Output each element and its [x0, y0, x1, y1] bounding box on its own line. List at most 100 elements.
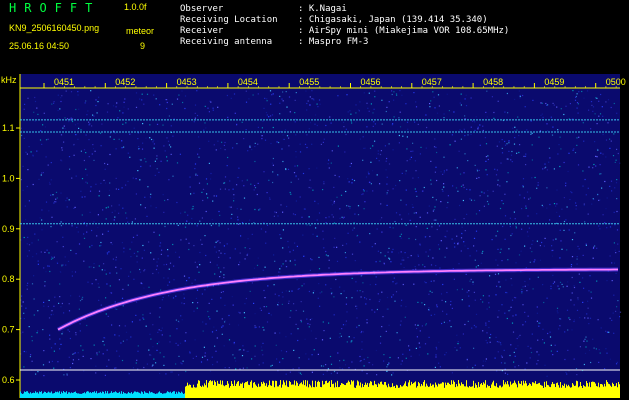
level-bar	[507, 381, 508, 398]
level-bar	[243, 387, 244, 398]
level-bar	[44, 391, 45, 398]
level-bar	[130, 393, 131, 398]
level-bar	[180, 393, 181, 398]
level-bar	[195, 387, 196, 398]
level-bar	[97, 393, 98, 398]
level-bar	[351, 380, 352, 398]
level-bar	[516, 384, 517, 398]
level-bar	[114, 392, 115, 398]
level-bar	[157, 393, 158, 398]
level-bar	[411, 381, 412, 398]
level-bar	[74, 392, 75, 398]
level-bar	[374, 380, 375, 398]
level-bar	[366, 384, 367, 398]
level-bar	[332, 384, 333, 398]
level-bar	[303, 380, 304, 398]
level-bar	[41, 391, 42, 398]
level-bar	[504, 384, 505, 398]
level-bar	[344, 384, 345, 398]
level-bar	[469, 386, 470, 398]
level-bar	[85, 393, 86, 398]
level-bar	[20, 391, 21, 398]
level-bar	[472, 386, 473, 398]
level-bar	[154, 393, 155, 398]
mode-label: meteor	[126, 26, 155, 36]
level-bar	[305, 380, 306, 398]
level-bar	[372, 385, 373, 398]
level-bar	[314, 387, 315, 398]
level-bar	[179, 392, 180, 398]
level-bar	[390, 387, 391, 398]
level-bar	[263, 381, 264, 398]
level-bar	[81, 393, 82, 398]
level-bar	[519, 383, 520, 398]
info-value-antenna: : Maspro FM-3	[298, 37, 369, 47]
level-bar	[226, 385, 227, 398]
level-bar	[306, 386, 307, 398]
level-bar	[530, 384, 531, 398]
level-bar	[320, 386, 321, 398]
level-bar	[613, 384, 614, 398]
info-value-receiver: : AirSpy mini (Miakejima VOR 108.65MHz)	[298, 26, 510, 36]
level-bar	[566, 384, 567, 398]
level-bar	[107, 391, 108, 398]
level-bar	[318, 380, 319, 398]
level-bar	[458, 380, 459, 398]
level-bar	[90, 392, 91, 398]
level-bar	[148, 393, 149, 398]
level-bar	[23, 393, 24, 398]
level-bar	[478, 382, 479, 398]
level-bar	[308, 387, 309, 398]
level-bar	[269, 380, 270, 398]
level-bar	[177, 393, 178, 398]
level-bar	[429, 386, 430, 398]
level-bar	[439, 384, 440, 398]
level-bar	[187, 382, 188, 398]
level-bar	[184, 393, 185, 398]
level-bar	[270, 385, 271, 398]
level-bar	[407, 386, 408, 398]
level-bar	[138, 392, 139, 398]
level-bar	[231, 381, 232, 398]
level-bar	[422, 385, 423, 398]
level-bar	[302, 384, 303, 398]
level-bar	[322, 380, 323, 398]
level-bar	[294, 380, 295, 398]
level-bar	[382, 384, 383, 398]
level-bar	[557, 382, 558, 398]
level-bar	[410, 385, 411, 398]
level-bar	[484, 383, 485, 398]
level-bar	[149, 391, 150, 398]
level-bar	[601, 384, 602, 398]
level-bar	[261, 382, 262, 398]
level-bar	[29, 393, 30, 398]
level-bar	[202, 385, 203, 398]
level-bar	[266, 383, 267, 398]
level-bar	[595, 383, 596, 398]
level-bar	[397, 385, 398, 398]
level-bar	[57, 391, 58, 398]
time-tick-label: 0454	[238, 77, 258, 87]
level-bar	[610, 385, 611, 398]
level-bar	[370, 381, 371, 398]
level-bar	[310, 385, 311, 398]
level-bar	[264, 382, 265, 398]
level-bar	[524, 383, 525, 398]
meteor-count: 9	[140, 41, 146, 51]
level-bar	[550, 387, 551, 398]
level-bar	[593, 381, 594, 398]
level-bar	[340, 385, 341, 398]
level-bar	[579, 386, 580, 398]
level-bar	[476, 385, 477, 398]
level-bar	[151, 392, 152, 398]
level-bar	[218, 383, 219, 398]
level-bar	[49, 392, 50, 398]
level-bar	[331, 380, 332, 398]
level-bar	[575, 385, 576, 398]
level-bar	[197, 383, 198, 398]
level-bar	[37, 392, 38, 398]
level-bar	[203, 386, 204, 398]
level-bar	[573, 384, 574, 398]
level-bar	[95, 392, 96, 398]
level-bar	[582, 387, 583, 398]
